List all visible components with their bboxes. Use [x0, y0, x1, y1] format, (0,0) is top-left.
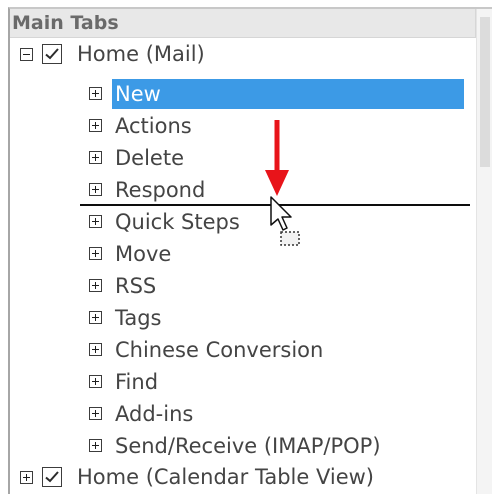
- tree-item-label: Add-ins: [115, 402, 194, 426]
- tree-item-group-send-receive[interactable]: Send/Receive (IMAP/POP): [88, 431, 472, 461]
- tree-item-label: Delete: [115, 146, 184, 170]
- home-mail-checkbox[interactable]: [42, 44, 62, 64]
- home-calendar-checkbox[interactable]: [42, 467, 62, 487]
- scrollbar-thumb[interactable]: [480, 17, 490, 167]
- expand-icon[interactable]: [89, 343, 102, 356]
- tree-item-label: Find: [115, 370, 159, 394]
- tree-item-label: Respond: [115, 178, 206, 202]
- expand-icon[interactable]: [89, 439, 102, 452]
- tree-item-label: Home (Mail): [77, 42, 205, 66]
- checkmark-icon: [45, 471, 59, 483]
- tree-item-label: Chinese Conversion: [115, 338, 324, 362]
- expand-icon[interactable]: [89, 279, 102, 292]
- tree-item-label: New: [112, 79, 464, 109]
- expand-icon[interactable]: [89, 183, 102, 196]
- vertical-scrollbar[interactable]: [476, 9, 492, 494]
- tree-item-label: RSS: [115, 274, 157, 298]
- expand-icon[interactable]: [89, 87, 102, 100]
- tree-header: Main Tabs: [10, 9, 476, 38]
- checkmark-icon: [45, 48, 59, 60]
- tree-item-home-mail[interactable]: Home (Mail): [18, 39, 458, 69]
- expand-icon[interactable]: [89, 247, 102, 260]
- expand-icon[interactable]: [89, 119, 102, 132]
- expand-icon[interactable]: [89, 375, 102, 388]
- tree-item-group-add-ins[interactable]: Add-ins: [88, 399, 472, 429]
- tree-header-title: Main Tabs: [12, 12, 119, 34]
- expand-icon[interactable]: [89, 215, 102, 228]
- tree-item-label: Tags: [115, 306, 162, 330]
- tree-item-label: Actions: [115, 114, 192, 138]
- tree-item-group-new[interactable]: New: [88, 79, 472, 109]
- tree-item-group-rss[interactable]: RSS: [88, 271, 472, 301]
- tree-item-group-find[interactable]: Find: [88, 367, 472, 397]
- expand-icon[interactable]: [20, 471, 33, 484]
- tree-item-label: Move: [115, 242, 172, 266]
- red-down-arrow-icon: [265, 120, 289, 196]
- expand-icon[interactable]: [89, 407, 102, 420]
- tree-item-label: Quick Steps: [115, 210, 240, 234]
- expand-icon[interactable]: [89, 151, 102, 164]
- collapse-icon[interactable]: [20, 48, 33, 61]
- tree-item-label: Home (Calendar Table View): [77, 465, 374, 489]
- expand-icon[interactable]: [89, 311, 102, 324]
- drag-move-cursor-icon: [270, 196, 300, 246]
- tree-item-group-tags[interactable]: Tags: [88, 303, 472, 333]
- tree-item-label: Send/Receive (IMAP/POP): [115, 434, 381, 458]
- tree-item-home-calendar[interactable]: Home (Calendar Table View): [18, 462, 458, 492]
- tree-item-group-chinese-conversion[interactable]: Chinese Conversion: [88, 335, 472, 365]
